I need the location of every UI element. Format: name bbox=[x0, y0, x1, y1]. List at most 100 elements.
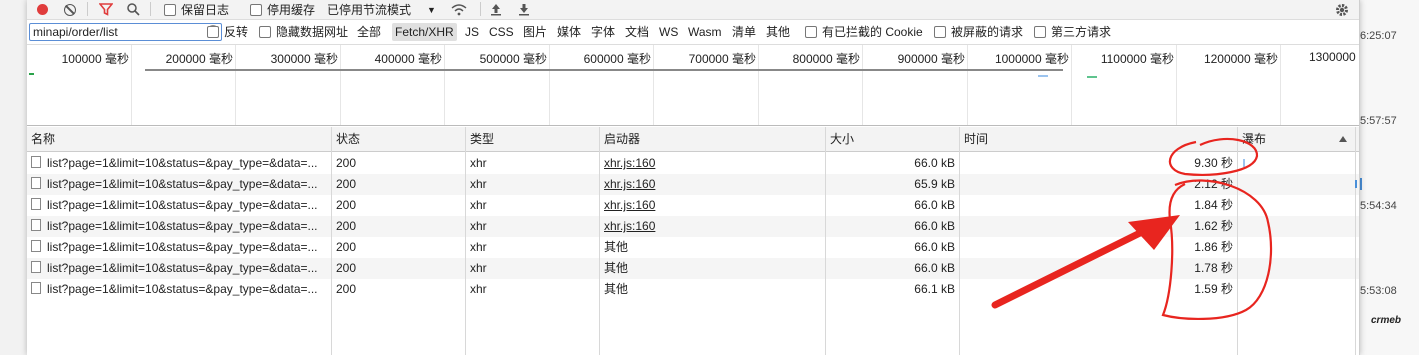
blocked-cookies-checkbox[interactable]: 有已拦截的 Cookie bbox=[805, 24, 923, 40]
timeline-tick: 1200000 毫秒 bbox=[1203, 52, 1278, 66]
record-button[interactable] bbox=[37, 0, 48, 19]
type-filter-other[interactable]: 其他 bbox=[763, 23, 793, 41]
table-row[interactable]: list?page=1&limit=10&status=&pay_type=&d… bbox=[27, 195, 1359, 216]
request-name: list?page=1&limit=10&status=&pay_type=&d… bbox=[47, 156, 318, 170]
request-table: 名称 状态 类型 启动器 大小 时间 瀑布 list?page=1&limit=… bbox=[27, 127, 1359, 355]
clear-button[interactable] bbox=[64, 0, 76, 19]
timeline-tick: 1100000 毫秒 bbox=[1100, 52, 1174, 66]
filter-input[interactable] bbox=[29, 23, 222, 41]
column-header-name[interactable]: 名称 bbox=[27, 127, 55, 151]
timeline-tick: 100000 毫秒 bbox=[61, 52, 129, 66]
column-header-type[interactable]: 类型 bbox=[466, 127, 494, 151]
request-marker bbox=[1038, 75, 1048, 77]
table-row[interactable]: list?page=1&limit=10&status=&pay_type=&d… bbox=[27, 279, 1359, 300]
blocked-requests-checkbox[interactable]: 被屏蔽的请求 bbox=[934, 24, 1023, 40]
timeline-tick: 900000 毫秒 bbox=[897, 52, 965, 66]
table-row[interactable]: list?page=1&limit=10&status=&pay_type=&d… bbox=[27, 258, 1359, 279]
request-initiator: 其他 bbox=[604, 282, 629, 296]
file-icon bbox=[31, 240, 41, 252]
column-header-size[interactable]: 大小 bbox=[826, 127, 854, 151]
invert-checkbox[interactable]: 反转 bbox=[207, 24, 248, 40]
timeline-tick: 300000 毫秒 bbox=[270, 52, 338, 66]
file-icon bbox=[31, 261, 41, 273]
column-divider[interactable] bbox=[599, 127, 600, 355]
column-header-status[interactable]: 状态 bbox=[332, 127, 360, 151]
column-header-time[interactable]: 时间 bbox=[960, 127, 988, 151]
request-status: 200 bbox=[336, 177, 357, 191]
request-size: 66.0 kB bbox=[914, 219, 955, 233]
request-size: 66.1 kB bbox=[914, 282, 955, 296]
timeline-tick: 800000 毫秒 bbox=[792, 52, 860, 66]
type-filter-manifest[interactable]: 清单 bbox=[729, 23, 759, 41]
timestamp: 6:25:07 bbox=[1360, 30, 1397, 42]
wifi-settings-icon bbox=[451, 4, 467, 16]
preserve-log-label: 保留日志 bbox=[181, 2, 230, 17]
timeline-tick: 400000 毫秒 bbox=[374, 52, 442, 66]
column-divider[interactable] bbox=[1237, 127, 1238, 355]
request-name: list?page=1&limit=10&status=&pay_type=&d… bbox=[47, 261, 318, 275]
request-initiator[interactable]: xhr.js:160 bbox=[599, 195, 824, 216]
request-time: 1.86 秒 bbox=[1194, 240, 1233, 254]
blocked-requests-label: 被屏蔽的请求 bbox=[951, 25, 1024, 39]
disable-cache-checkbox[interactable]: 停用缓存 bbox=[250, 0, 315, 19]
timeline-range-bar bbox=[145, 69, 1063, 71]
type-filter-ws[interactable]: WS bbox=[656, 23, 681, 41]
third-party-checkbox[interactable]: 第三方请求 bbox=[1034, 24, 1111, 40]
column-header-waterfall[interactable]: 瀑布 bbox=[1238, 127, 1359, 151]
file-icon bbox=[31, 156, 41, 168]
request-name: list?page=1&limit=10&status=&pay_type=&d… bbox=[47, 219, 318, 233]
preserve-log-checkbox[interactable]: 保留日志 bbox=[164, 0, 229, 19]
hide-data-urls-label: 隐藏数据网址 bbox=[276, 25, 349, 39]
column-header-initiator[interactable]: 启动器 bbox=[600, 127, 640, 151]
file-icon bbox=[31, 198, 41, 210]
request-marker bbox=[29, 73, 34, 75]
timeline-tick: 200000 毫秒 bbox=[165, 52, 233, 66]
type-filter-fetch-xhr[interactable]: Fetch/XHR bbox=[392, 23, 457, 41]
table-row[interactable]: list?page=1&limit=10&status=&pay_type=&d… bbox=[27, 153, 1359, 174]
request-marker bbox=[1087, 76, 1097, 78]
type-filter-media[interactable]: 媒体 bbox=[554, 23, 584, 41]
type-filter-doc[interactable]: 文档 bbox=[622, 23, 652, 41]
request-initiator[interactable]: xhr.js:160 bbox=[599, 174, 824, 195]
disable-cache-label: 停用缓存 bbox=[267, 2, 316, 17]
request-initiator[interactable]: xhr.js:160 bbox=[599, 153, 824, 174]
overview-timeline[interactable]: 100000 毫秒 200000 毫秒 300000 毫秒 400000 毫秒 … bbox=[27, 45, 1359, 126]
table-row[interactable]: list?page=1&limit=10&status=&pay_type=&d… bbox=[27, 174, 1359, 195]
type-filter-font[interactable]: 字体 bbox=[588, 23, 618, 41]
type-filter-all[interactable]: 全部 bbox=[354, 23, 384, 41]
settings-button[interactable] bbox=[1335, 0, 1349, 19]
column-divider[interactable] bbox=[331, 127, 332, 355]
search-icon bbox=[127, 3, 140, 16]
table-header: 名称 状态 类型 启动器 大小 时间 瀑布 bbox=[27, 127, 1359, 152]
request-initiator[interactable]: xhr.js:160 bbox=[599, 216, 824, 237]
filter-bar: × 反转 隐藏数据网址 全部 Fetch/XHR JS CSS 图片 媒体 字体… bbox=[27, 20, 1359, 45]
column-divider[interactable] bbox=[1355, 127, 1356, 355]
timestamp: 5:57:57 bbox=[1360, 115, 1397, 127]
devtools-network-panel: 保留日志 停用缓存 已停用节流模式 ▼ × 反转 隐藏数据网址 全部 Fetch/… bbox=[27, 0, 1360, 355]
request-time: 1.78 秒 bbox=[1194, 261, 1233, 275]
column-divider[interactable] bbox=[959, 127, 960, 355]
request-initiator: 其他 bbox=[604, 261, 629, 275]
column-divider[interactable] bbox=[465, 127, 466, 355]
request-time: 1.59 秒 bbox=[1194, 282, 1233, 296]
type-filter-wasm[interactable]: Wasm bbox=[685, 23, 725, 41]
type-filter-css[interactable]: CSS bbox=[486, 23, 517, 41]
request-size: 66.0 kB bbox=[914, 240, 955, 254]
timestamp: 5:54:34 bbox=[1360, 200, 1397, 212]
search-button[interactable] bbox=[127, 0, 140, 19]
network-toolbar: 保留日志 停用缓存 已停用节流模式 ▼ bbox=[27, 0, 1359, 20]
column-divider[interactable] bbox=[825, 127, 826, 355]
table-row[interactable]: list?page=1&limit=10&status=&pay_type=&d… bbox=[27, 216, 1359, 237]
export-har-button[interactable] bbox=[518, 0, 530, 19]
filter-toggle-button[interactable] bbox=[99, 0, 113, 19]
throttle-select[interactable]: 已停用节流模式 ▼ bbox=[327, 0, 436, 19]
request-name: list?page=1&limit=10&status=&pay_type=&d… bbox=[47, 177, 318, 191]
network-conditions-button[interactable] bbox=[451, 0, 467, 19]
request-size: 66.0 kB bbox=[914, 198, 955, 212]
import-har-button[interactable] bbox=[490, 0, 502, 19]
timeline-tick: 600000 毫秒 bbox=[583, 52, 651, 66]
type-filter-img[interactable]: 图片 bbox=[520, 23, 550, 41]
type-filter-js[interactable]: JS bbox=[462, 23, 482, 41]
hide-data-urls-checkbox[interactable]: 隐藏数据网址 bbox=[259, 24, 348, 40]
table-row[interactable]: list?page=1&limit=10&status=&pay_type=&d… bbox=[27, 237, 1359, 258]
